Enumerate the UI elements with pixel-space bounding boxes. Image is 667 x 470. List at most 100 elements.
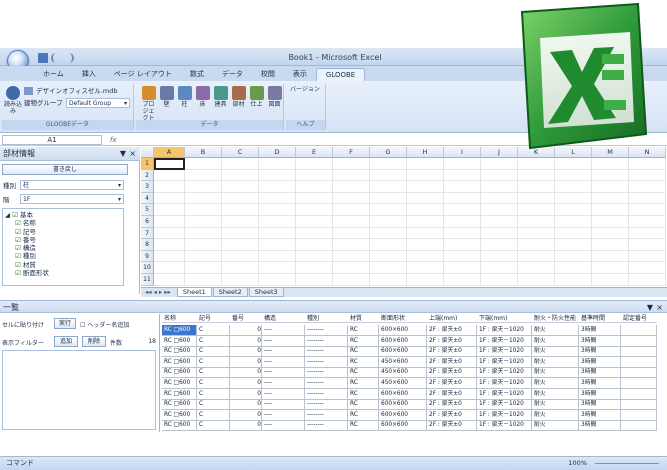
grid-cell[interactable] (296, 181, 333, 193)
grid-cell[interactable] (481, 204, 518, 216)
grid-cell[interactable] (259, 192, 296, 205)
row-header[interactable]: 6 (141, 216, 154, 228)
type-select[interactable]: 柱 ▾ (20, 180, 124, 190)
grid-cell[interactable] (629, 250, 666, 263)
grid-cell[interactable] (370, 250, 407, 263)
grid-cell[interactable] (444, 227, 481, 240)
zoom-slider[interactable] (595, 463, 659, 464)
ribbon-button-2[interactable]: 柱 (176, 86, 193, 108)
table-cell[interactable]: -------- (305, 420, 348, 432)
ribbon-button-1[interactable]: 壁 (158, 86, 175, 108)
grid-cell[interactable] (407, 192, 444, 205)
grid-cell[interactable] (222, 216, 259, 228)
table-cell[interactable]: 0 (230, 346, 262, 358)
grid-cell[interactable] (592, 204, 629, 216)
table-cell[interactable] (621, 356, 657, 368)
grid-cell[interactable] (333, 239, 370, 251)
table-header[interactable]: 認定番号 (621, 314, 657, 323)
tab-5[interactable]: 校閲 (252, 68, 284, 81)
grid-cell[interactable] (444, 204, 481, 216)
table-cell[interactable]: 耐火 (532, 335, 579, 347)
table-cell[interactable]: 450×600 (379, 367, 427, 379)
checkbox-icon[interactable]: ☑ (15, 261, 23, 269)
grid-cell[interactable] (259, 250, 296, 263)
write-back-button[interactable]: 書き戻し (2, 164, 128, 175)
row-header[interactable]: 11 (141, 274, 154, 286)
table-cell[interactable]: 0 (230, 409, 262, 421)
grid-cell[interactable] (629, 274, 666, 286)
grid-cell[interactable] (555, 169, 592, 182)
grid-cell[interactable] (222, 262, 259, 274)
exec-button[interactable]: 実行 (54, 318, 76, 329)
ribbon-button-3[interactable]: 床 (194, 86, 211, 108)
table-header[interactable]: 下端(mm) (477, 314, 532, 323)
grid-cell[interactable] (185, 158, 222, 170)
table-cell[interactable]: 0 (230, 378, 262, 389)
table-cell[interactable]: 耐火 (532, 388, 579, 400)
grid-cell[interactable] (518, 274, 555, 286)
table-header[interactable]: 材質 (348, 314, 379, 323)
grid-cell[interactable] (154, 181, 185, 193)
grid-cell[interactable] (154, 216, 185, 228)
table-cell[interactable]: -------- (305, 399, 348, 411)
grid-cell[interactable] (555, 239, 592, 251)
table-header[interactable]: 基準時間 (579, 314, 621, 323)
grid-cell[interactable] (296, 192, 333, 205)
row-header[interactable]: 5 (141, 204, 154, 216)
grid-cell[interactable] (370, 169, 407, 182)
table-cell[interactable]: 1F : 梁天－1020 (477, 378, 532, 389)
checkbox-icon[interactable]: ☑ (15, 219, 23, 227)
column-header[interactable]: F (333, 147, 370, 158)
table-cell[interactable]: 1F : 梁天－1020 (477, 420, 532, 432)
grid-cell[interactable] (555, 227, 592, 240)
table-cell[interactable]: 1F : 梁天－1020 (477, 356, 532, 368)
grid-cell[interactable] (296, 158, 333, 170)
table-cell[interactable]: C (197, 346, 230, 358)
grid-cell[interactable] (444, 262, 481, 274)
table-cell[interactable]: 2F : 梁天±0 (427, 335, 477, 347)
table-cell[interactable]: 耐火 (532, 420, 579, 432)
table-cell[interactable]: 450×600 (379, 356, 427, 368)
grid-cell[interactable] (555, 158, 592, 170)
table-cell[interactable]: ---- (262, 367, 305, 379)
grid-cell[interactable] (296, 250, 333, 263)
ribbon-button-0[interactable]: プロジェクト (140, 86, 157, 122)
table-header[interactable]: 記号 (197, 314, 230, 323)
table-header[interactable]: 上端(mm) (427, 314, 477, 323)
grid-cell[interactable] (259, 158, 296, 170)
sheet-tab[interactable]: Sheet2 (212, 287, 248, 297)
grid-cell[interactable] (444, 181, 481, 193)
table-cell[interactable] (621, 409, 657, 421)
select-all-corner[interactable] (141, 147, 154, 158)
grid-cell[interactable] (370, 227, 407, 240)
grid-cell[interactable] (259, 204, 296, 216)
close-icon[interactable]: × (129, 147, 136, 161)
tab-0[interactable]: ホーム (34, 68, 73, 81)
grid-cell[interactable] (481, 239, 518, 251)
table-header[interactable]: 断面形状 (379, 314, 427, 323)
grid-cell[interactable] (592, 169, 629, 182)
ribbon-button-6[interactable]: 仕上 (248, 86, 265, 108)
function-icon[interactable]: fx (110, 136, 117, 144)
sheet-tab[interactable]: Sheet3 (248, 287, 284, 297)
table-cell[interactable]: 1F : 梁天－1020 (477, 367, 532, 379)
grid-cell[interactable] (444, 250, 481, 263)
table-header[interactable]: 名称 (162, 314, 197, 323)
checkbox-icon[interactable]: ☑ (12, 211, 18, 219)
table-cell[interactable]: RC □600 (162, 388, 197, 400)
tree-item[interactable]: ☑ 種別 (5, 252, 121, 260)
grid-cell[interactable] (629, 169, 666, 182)
table-cell[interactable]: -------- (305, 346, 348, 358)
row-header[interactable]: 3 (141, 181, 154, 193)
tab-6[interactable]: 表示 (284, 68, 316, 81)
table-cell[interactable]: C (197, 335, 230, 347)
version-button[interactable]: バージョン (290, 86, 322, 93)
grid-cell[interactable] (481, 158, 518, 170)
grid-cell[interactable] (222, 158, 259, 170)
tab-1[interactable]: 挿入 (73, 68, 105, 81)
table-cell[interactable]: 2F : 梁天±0 (427, 399, 477, 411)
grid-cell[interactable] (407, 216, 444, 228)
grid-cell[interactable] (555, 181, 592, 193)
tree-item[interactable]: ☑ 断面形状 (5, 269, 121, 277)
table-cell[interactable] (621, 420, 657, 432)
